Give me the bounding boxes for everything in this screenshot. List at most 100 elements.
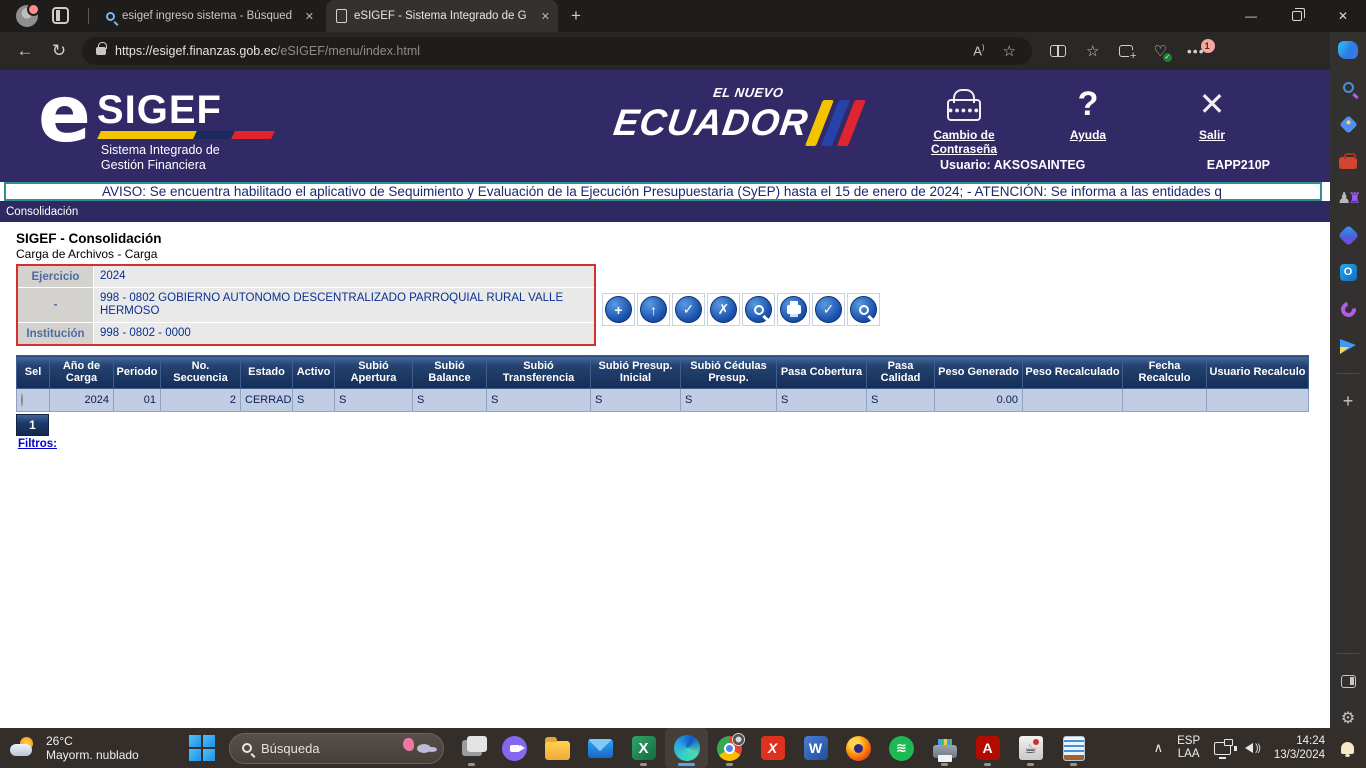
close-button[interactable]: ✕ xyxy=(1320,0,1366,32)
exit-label: Salir xyxy=(1199,128,1225,142)
refresh-button[interactable]: ↻ xyxy=(42,41,76,61)
clock[interactable]: 14:2413/3/2024 xyxy=(1274,734,1325,762)
new-tab-button[interactable]: + xyxy=(566,6,586,26)
sidebar-settings-icon[interactable]: ⚙ xyxy=(1338,708,1358,728)
favorite-star-icon[interactable]: ☆ xyxy=(1003,42,1016,60)
brand-main-text: ECUADOR xyxy=(611,100,877,146)
excel-button[interactable]: X xyxy=(622,728,665,768)
lock-icon[interactable] xyxy=(96,47,106,55)
ejercicio-label: Ejercicio xyxy=(18,266,94,287)
restore-icon xyxy=(1292,11,1302,21)
file-explorer-button[interactable] xyxy=(536,728,579,768)
table-row: 2024 01 2 CERRADO S S S S S S S S 0.00 xyxy=(17,389,1309,412)
collections-icon[interactable] xyxy=(1119,45,1133,57)
page-number[interactable]: 1 xyxy=(16,414,49,436)
acrobat-button[interactable]: A xyxy=(966,728,1009,768)
cell-usuario-recalculo xyxy=(1207,389,1309,412)
tab-close-icon[interactable]: ✕ xyxy=(541,10,550,23)
row-select-cell xyxy=(17,389,50,412)
workspaces-icon[interactable] xyxy=(52,7,69,24)
designer-icon[interactable] xyxy=(1338,299,1358,319)
col-peso-recalculado: Peso Recalculado xyxy=(1023,356,1123,389)
start-button[interactable] xyxy=(189,735,215,761)
address-bar[interactable]: https://esigef.finanzas.gob.ec/eSIGEF/me… xyxy=(82,37,1032,65)
minimize-button[interactable]: — xyxy=(1228,0,1274,32)
tab-esigef-active[interactable]: eSIGEF - Sistema Integrado de G ✕ xyxy=(326,0,558,32)
upload-file-button[interactable]: ↑ xyxy=(637,293,670,326)
browser-titlebar: esigef ingreso sistema - Búsqued ✕ eSIGE… xyxy=(0,0,1366,32)
send-icon[interactable] xyxy=(1338,336,1358,356)
word-button[interactable]: W xyxy=(794,728,837,768)
search-icon[interactable] xyxy=(1338,77,1358,97)
language-indicator[interactable]: ESPLAA xyxy=(1177,735,1200,761)
games-icon[interactable]: ♟♜ xyxy=(1338,188,1358,208)
taskbar-search[interactable]: Búsqueda xyxy=(229,733,444,764)
task-view-button[interactable] xyxy=(450,728,493,768)
exit-button[interactable]: ✕ Salir xyxy=(1169,82,1255,156)
add-sidebar-app-icon[interactable]: + xyxy=(1338,391,1358,411)
back-button[interactable]: ← xyxy=(8,41,42,61)
microsoft-365-icon[interactable] xyxy=(1338,225,1358,245)
weather-icon xyxy=(10,736,38,760)
sidebar-panel-icon[interactable] xyxy=(1338,671,1358,691)
preview-file-button[interactable] xyxy=(742,293,775,326)
password-lock-icon: ●●●●● xyxy=(947,99,981,121)
print-button[interactable] xyxy=(777,293,810,326)
edge-button[interactable] xyxy=(665,728,708,768)
validate-file-button[interactable]: ✓ xyxy=(672,293,705,326)
spotify-button[interactable]: ≋ xyxy=(880,728,923,768)
brand-stripes xyxy=(805,100,866,146)
col-subio-transferencia: Subió Transferencia xyxy=(487,356,591,389)
cell-apertura: S xyxy=(335,389,413,412)
printer-button[interactable] xyxy=(923,728,966,768)
browser-essentials-icon[interactable]: ♡ xyxy=(1153,42,1166,60)
notepad-button[interactable] xyxy=(1052,728,1095,768)
copilot-icon[interactable] xyxy=(1338,40,1358,60)
url-text[interactable]: https://esigef.finanzas.gob.ec/eSIGEF/me… xyxy=(115,44,964,58)
pdf-app-button[interactable]: X xyxy=(751,728,794,768)
shopping-icon[interactable] xyxy=(1338,114,1358,134)
notifications-bell-icon[interactable] xyxy=(1341,742,1354,754)
weather-widget[interactable]: 26°CMayorm. nublado xyxy=(10,734,175,762)
hidden-icons-chevron[interactable]: ∧ xyxy=(1154,740,1164,756)
settings-more-icon[interactable]: •••1 xyxy=(1187,43,1205,59)
divider xyxy=(1337,653,1359,654)
time: 14:24 xyxy=(1296,735,1325,747)
taskbar-apps: X X W ≋ A ☕ xyxy=(450,728,1095,768)
favorites-icon[interactable]: ☆ xyxy=(1086,42,1099,60)
col-fecha-recalculo: Fecha Recalculo xyxy=(1123,356,1207,389)
filters-link[interactable]: Filtros: xyxy=(18,438,57,450)
java-app-button[interactable]: ☕ xyxy=(1009,728,1052,768)
approve-file-button[interactable]: ✓ xyxy=(812,293,845,326)
cell-fecha-recalculo xyxy=(1123,389,1207,412)
zoom-app-button[interactable] xyxy=(493,728,536,768)
delete-file-button[interactable]: ✗ xyxy=(707,293,740,326)
consult-file-button[interactable] xyxy=(847,293,880,326)
change-password-button[interactable]: ●●●●● Cambio de Contraseña xyxy=(921,82,1007,156)
entidad-label: - xyxy=(18,288,94,322)
tab-close-icon[interactable]: ✕ xyxy=(305,10,314,23)
split-screen-icon[interactable] xyxy=(1050,45,1066,57)
notice-marquee: AVISO: Se encuentra habilitado el aplica… xyxy=(4,182,1322,201)
esigef-header: e SIGEF Sistema Integrado deGestión Fina… xyxy=(0,70,1330,182)
tools-icon[interactable] xyxy=(1338,151,1358,171)
read-aloud-icon[interactable]: A) xyxy=(973,43,984,58)
action-toolbar: + ↑ ✓ ✗ ✓ xyxy=(602,293,880,326)
mail-button[interactable] xyxy=(579,728,622,768)
weather-desc: Mayorm. nublado xyxy=(46,748,139,762)
volume-icon[interactable]: )) xyxy=(1245,743,1260,754)
validate-file-icon: ✓ xyxy=(675,296,702,323)
network-icon[interactable] xyxy=(1214,742,1231,755)
chrome-button[interactable] xyxy=(708,728,751,768)
create-file-button[interactable]: + xyxy=(602,293,635,326)
flamingo-decoration xyxy=(397,736,437,760)
institucion-value: 998 - 0802 - 0000 xyxy=(94,323,594,344)
cell-calidad: S xyxy=(867,389,935,412)
restore-button[interactable] xyxy=(1274,0,1320,32)
firefox-button[interactable] xyxy=(837,728,880,768)
row-radio-button[interactable] xyxy=(21,393,23,407)
help-button[interactable]: ? Ayuda xyxy=(1045,82,1131,156)
outlook-icon[interactable]: O xyxy=(1338,262,1358,282)
profile-avatar[interactable] xyxy=(16,5,38,27)
tab-search-results[interactable]: esigef ingreso sistema - Búsqued ✕ xyxy=(96,0,322,32)
